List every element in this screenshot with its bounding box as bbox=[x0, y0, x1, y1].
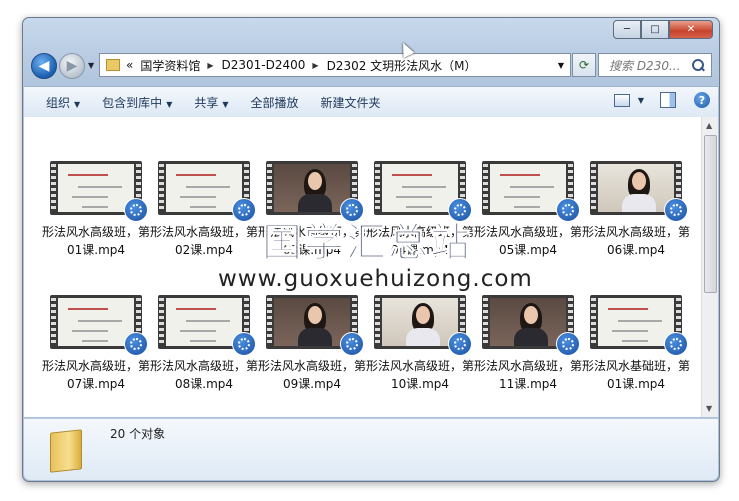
close-button[interactable]: ✕ bbox=[669, 20, 713, 39]
search-input[interactable]: 搜索 D230... bbox=[598, 53, 712, 77]
media-player-icon bbox=[124, 332, 148, 356]
file-name: 形法风水基础班，第01课.mp4 bbox=[581, 359, 690, 391]
new-folder-button[interactable]: 新建文件夹 bbox=[321, 94, 381, 111]
breadcrumb-item[interactable]: D2302 文玥形法风水（M） bbox=[327, 57, 477, 74]
address-dropdown-icon[interactable]: ▼ bbox=[558, 61, 564, 70]
scrollbar-thumb[interactable] bbox=[704, 135, 717, 293]
chevron-down-icon: ▼ bbox=[166, 99, 173, 109]
file-name: 形法风水高级班，第05课.mp4 bbox=[473, 225, 582, 257]
media-player-icon bbox=[124, 198, 148, 222]
search-icon[interactable] bbox=[691, 58, 705, 72]
file-item[interactable]: 形法风水高级班，第05课.mp4 bbox=[474, 161, 582, 281]
file-item[interactable]: 形法风水高级班，第02课.mp4 bbox=[150, 161, 258, 281]
folder-icon bbox=[50, 429, 82, 473]
chevron-down-icon: ▼ bbox=[222, 99, 229, 109]
file-item[interactable]: 形法风水高级班，第10课.mp4 bbox=[366, 295, 474, 415]
change-view-icon[interactable] bbox=[613, 93, 630, 107]
search-placeholder: 搜索 D230... bbox=[609, 58, 681, 73]
organize-menu[interactable]: 组织 ▼ bbox=[46, 94, 80, 111]
recent-pages-dropdown-icon[interactable]: ▼ bbox=[88, 61, 94, 70]
file-item[interactable]: 形法风水基础班，第01课.mp4 bbox=[582, 295, 690, 415]
maximize-button[interactable]: □ bbox=[641, 20, 669, 39]
file-name: 形法风水高级班，第02课.mp4 bbox=[149, 225, 258, 257]
back-button[interactable]: ◀ bbox=[31, 53, 57, 79]
file-name: 形法风水高级班，第01课.mp4 bbox=[41, 225, 150, 257]
watermark-url: www.guoxuehuizong.com bbox=[218, 266, 533, 292]
address-bar[interactable]: « 国学资料馆 ▶ D2301-D2400 ▶ D2302 文玥形法风水（M） … bbox=[99, 53, 571, 77]
play-all-button[interactable]: 全部播放 bbox=[251, 94, 299, 111]
forward-button[interactable]: ▶ bbox=[59, 53, 85, 79]
file-name: 形法风水高级班，第11课.mp4 bbox=[473, 359, 582, 391]
media-player-icon bbox=[448, 332, 472, 356]
media-player-icon bbox=[556, 198, 580, 222]
details-pane: 20 个对象 bbox=[24, 418, 718, 480]
caption-buttons: ─ □ ✕ bbox=[613, 20, 713, 39]
file-name: 形法风水高级班，第10课.mp4 bbox=[365, 359, 474, 391]
item-count: 20 个对象 bbox=[110, 427, 166, 441]
chevron-down-icon: ▼ bbox=[74, 99, 81, 109]
media-player-icon bbox=[232, 198, 256, 222]
folder-icon bbox=[106, 59, 120, 71]
minimize-button[interactable]: ─ bbox=[613, 20, 641, 39]
refresh-button[interactable]: ⟳ bbox=[572, 53, 596, 77]
breadcrumb-item[interactable]: D2301-D2400 bbox=[222, 58, 306, 72]
chevron-right-icon[interactable]: ▶ bbox=[312, 61, 318, 70]
share-menu[interactable]: 共享 ▼ bbox=[194, 94, 228, 111]
file-name: 形法风水高级班，第09课.mp4 bbox=[257, 359, 366, 391]
file-item[interactable]: 形法风水高级班，第11课.mp4 bbox=[474, 295, 582, 415]
file-name: 形法风水高级班，第06课.mp4 bbox=[581, 225, 690, 257]
breadcrumb-overflow[interactable]: « bbox=[126, 58, 133, 72]
watermark-text: 国学汇总站 bbox=[262, 220, 472, 267]
navigation-bar: ◀ ▶ ▼ « 国学资料馆 ▶ D2301-D2400 ▶ D2302 文玥形法… bbox=[31, 50, 712, 80]
file-item[interactable]: 形法风水高级班，第01课.mp4 bbox=[42, 161, 150, 281]
media-player-icon bbox=[232, 332, 256, 356]
file-item[interactable]: 形法风水高级班，第06课.mp4 bbox=[582, 161, 690, 281]
breadcrumb-item[interactable]: 国学资料馆 bbox=[140, 57, 200, 74]
vertical-scrollbar[interactable]: ▲ ▼ bbox=[701, 117, 718, 417]
scroll-up-icon[interactable]: ▲ bbox=[706, 121, 712, 130]
preview-pane-icon[interactable] bbox=[660, 92, 676, 108]
file-item[interactable]: 形法风水高级班，第08课.mp4 bbox=[150, 295, 258, 415]
view-dropdown-icon[interactable]: ▼ bbox=[638, 96, 644, 105]
chevron-right-icon[interactable]: ▶ bbox=[207, 61, 213, 70]
help-button[interactable]: ? bbox=[694, 92, 710, 108]
media-player-icon bbox=[664, 332, 688, 356]
media-player-icon bbox=[556, 332, 580, 356]
file-name: 形法风水高级班，第08课.mp4 bbox=[149, 359, 258, 391]
media-player-icon bbox=[664, 198, 688, 222]
include-in-library-menu[interactable]: 包含到库中 ▼ bbox=[102, 94, 172, 111]
scroll-down-icon[interactable]: ▼ bbox=[706, 404, 712, 413]
file-item[interactable]: 形法风水高级班，第07课.mp4 bbox=[42, 295, 150, 415]
command-bar: 组织 ▼ 包含到库中 ▼ 共享 ▼ 全部播放 新建文件夹 ▼ ? bbox=[24, 86, 718, 118]
media-player-icon bbox=[340, 332, 364, 356]
file-name: 形法风水高级班，第07课.mp4 bbox=[41, 359, 150, 391]
file-item[interactable]: 形法风水高级班，第09课.mp4 bbox=[258, 295, 366, 415]
